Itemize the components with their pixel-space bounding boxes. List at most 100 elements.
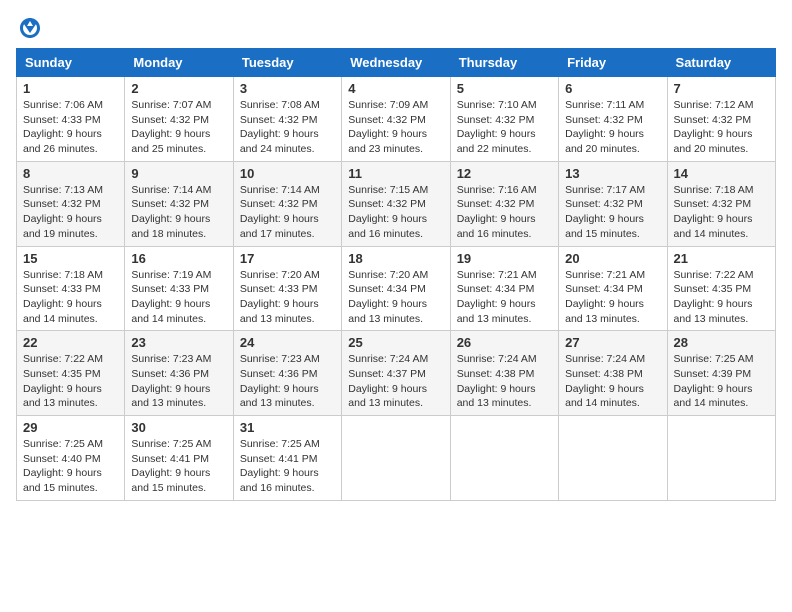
day-number: 6 bbox=[565, 81, 660, 96]
day-number: 29 bbox=[23, 420, 118, 435]
day-number: 22 bbox=[23, 335, 118, 350]
day-number: 31 bbox=[240, 420, 335, 435]
day-number: 15 bbox=[23, 251, 118, 266]
day-info: Sunrise: 7:23 AM Sunset: 4:36 PM Dayligh… bbox=[131, 352, 226, 411]
calendar-cell: 25 Sunrise: 7:24 AM Sunset: 4:37 PM Dayl… bbox=[342, 331, 450, 416]
calendar-cell: 30 Sunrise: 7:25 AM Sunset: 4:41 PM Dayl… bbox=[125, 416, 233, 501]
calendar-cell: 8 Sunrise: 7:13 AM Sunset: 4:32 PM Dayli… bbox=[17, 161, 125, 246]
day-info: Sunrise: 7:25 AM Sunset: 4:41 PM Dayligh… bbox=[131, 437, 226, 496]
calendar-cell: 16 Sunrise: 7:19 AM Sunset: 4:33 PM Dayl… bbox=[125, 246, 233, 331]
day-info: Sunrise: 7:08 AM Sunset: 4:32 PM Dayligh… bbox=[240, 98, 335, 157]
column-header-monday: Monday bbox=[125, 49, 233, 77]
calendar-cell: 27 Sunrise: 7:24 AM Sunset: 4:38 PM Dayl… bbox=[559, 331, 667, 416]
calendar-cell bbox=[342, 416, 450, 501]
day-number: 21 bbox=[674, 251, 769, 266]
day-info: Sunrise: 7:18 AM Sunset: 4:32 PM Dayligh… bbox=[674, 183, 769, 242]
calendar-table: SundayMondayTuesdayWednesdayThursdayFrid… bbox=[16, 48, 776, 501]
day-number: 24 bbox=[240, 335, 335, 350]
day-number: 10 bbox=[240, 166, 335, 181]
day-number: 26 bbox=[457, 335, 552, 350]
day-info: Sunrise: 7:25 AM Sunset: 4:39 PM Dayligh… bbox=[674, 352, 769, 411]
calendar-cell: 26 Sunrise: 7:24 AM Sunset: 4:38 PM Dayl… bbox=[450, 331, 558, 416]
day-info: Sunrise: 7:24 AM Sunset: 4:38 PM Dayligh… bbox=[457, 352, 552, 411]
day-info: Sunrise: 7:13 AM Sunset: 4:32 PM Dayligh… bbox=[23, 183, 118, 242]
calendar-row-3: 15 Sunrise: 7:18 AM Sunset: 4:33 PM Dayl… bbox=[17, 246, 776, 331]
day-info: Sunrise: 7:17 AM Sunset: 4:32 PM Dayligh… bbox=[565, 183, 660, 242]
calendar-header-row: SundayMondayTuesdayWednesdayThursdayFrid… bbox=[17, 49, 776, 77]
day-number: 7 bbox=[674, 81, 769, 96]
calendar-cell: 20 Sunrise: 7:21 AM Sunset: 4:34 PM Dayl… bbox=[559, 246, 667, 331]
day-number: 2 bbox=[131, 81, 226, 96]
day-number: 9 bbox=[131, 166, 226, 181]
day-info: Sunrise: 7:21 AM Sunset: 4:34 PM Dayligh… bbox=[457, 268, 552, 327]
day-number: 4 bbox=[348, 81, 443, 96]
calendar-cell: 17 Sunrise: 7:20 AM Sunset: 4:33 PM Dayl… bbox=[233, 246, 341, 331]
day-info: Sunrise: 7:25 AM Sunset: 4:40 PM Dayligh… bbox=[23, 437, 118, 496]
day-info: Sunrise: 7:22 AM Sunset: 4:35 PM Dayligh… bbox=[674, 268, 769, 327]
day-info: Sunrise: 7:11 AM Sunset: 4:32 PM Dayligh… bbox=[565, 98, 660, 157]
logo-icon bbox=[18, 16, 42, 40]
day-number: 3 bbox=[240, 81, 335, 96]
calendar-cell: 31 Sunrise: 7:25 AM Sunset: 4:41 PM Dayl… bbox=[233, 416, 341, 501]
calendar-row-4: 22 Sunrise: 7:22 AM Sunset: 4:35 PM Dayl… bbox=[17, 331, 776, 416]
day-number: 12 bbox=[457, 166, 552, 181]
day-number: 14 bbox=[674, 166, 769, 181]
day-number: 8 bbox=[23, 166, 118, 181]
calendar-row-1: 1 Sunrise: 7:06 AM Sunset: 4:33 PM Dayli… bbox=[17, 77, 776, 162]
calendar-cell: 6 Sunrise: 7:11 AM Sunset: 4:32 PM Dayli… bbox=[559, 77, 667, 162]
calendar-cell: 21 Sunrise: 7:22 AM Sunset: 4:35 PM Dayl… bbox=[667, 246, 775, 331]
day-info: Sunrise: 7:09 AM Sunset: 4:32 PM Dayligh… bbox=[348, 98, 443, 157]
column-header-tuesday: Tuesday bbox=[233, 49, 341, 77]
day-number: 28 bbox=[674, 335, 769, 350]
day-info: Sunrise: 7:15 AM Sunset: 4:32 PM Dayligh… bbox=[348, 183, 443, 242]
day-info: Sunrise: 7:20 AM Sunset: 4:33 PM Dayligh… bbox=[240, 268, 335, 327]
day-number: 1 bbox=[23, 81, 118, 96]
calendar-body: 1 Sunrise: 7:06 AM Sunset: 4:33 PM Dayli… bbox=[17, 77, 776, 501]
day-number: 18 bbox=[348, 251, 443, 266]
day-number: 13 bbox=[565, 166, 660, 181]
day-info: Sunrise: 7:16 AM Sunset: 4:32 PM Dayligh… bbox=[457, 183, 552, 242]
header bbox=[16, 16, 776, 40]
day-number: 19 bbox=[457, 251, 552, 266]
day-number: 27 bbox=[565, 335, 660, 350]
day-info: Sunrise: 7:22 AM Sunset: 4:35 PM Dayligh… bbox=[23, 352, 118, 411]
column-header-sunday: Sunday bbox=[17, 49, 125, 77]
calendar-cell: 2 Sunrise: 7:07 AM Sunset: 4:32 PM Dayli… bbox=[125, 77, 233, 162]
column-header-wednesday: Wednesday bbox=[342, 49, 450, 77]
calendar-cell: 15 Sunrise: 7:18 AM Sunset: 4:33 PM Dayl… bbox=[17, 246, 125, 331]
calendar-cell: 3 Sunrise: 7:08 AM Sunset: 4:32 PM Dayli… bbox=[233, 77, 341, 162]
calendar-cell: 1 Sunrise: 7:06 AM Sunset: 4:33 PM Dayli… bbox=[17, 77, 125, 162]
calendar-cell: 13 Sunrise: 7:17 AM Sunset: 4:32 PM Dayl… bbox=[559, 161, 667, 246]
calendar-cell: 9 Sunrise: 7:14 AM Sunset: 4:32 PM Dayli… bbox=[125, 161, 233, 246]
day-info: Sunrise: 7:25 AM Sunset: 4:41 PM Dayligh… bbox=[240, 437, 335, 496]
calendar-cell: 10 Sunrise: 7:14 AM Sunset: 4:32 PM Dayl… bbox=[233, 161, 341, 246]
calendar-cell: 18 Sunrise: 7:20 AM Sunset: 4:34 PM Dayl… bbox=[342, 246, 450, 331]
calendar-cell: 22 Sunrise: 7:22 AM Sunset: 4:35 PM Dayl… bbox=[17, 331, 125, 416]
calendar-cell: 24 Sunrise: 7:23 AM Sunset: 4:36 PM Dayl… bbox=[233, 331, 341, 416]
column-header-friday: Friday bbox=[559, 49, 667, 77]
day-info: Sunrise: 7:20 AM Sunset: 4:34 PM Dayligh… bbox=[348, 268, 443, 327]
calendar-cell: 5 Sunrise: 7:10 AM Sunset: 4:32 PM Dayli… bbox=[450, 77, 558, 162]
day-info: Sunrise: 7:18 AM Sunset: 4:33 PM Dayligh… bbox=[23, 268, 118, 327]
day-info: Sunrise: 7:06 AM Sunset: 4:33 PM Dayligh… bbox=[23, 98, 118, 157]
calendar-cell: 28 Sunrise: 7:25 AM Sunset: 4:39 PM Dayl… bbox=[667, 331, 775, 416]
calendar-cell: 19 Sunrise: 7:21 AM Sunset: 4:34 PM Dayl… bbox=[450, 246, 558, 331]
day-number: 30 bbox=[131, 420, 226, 435]
day-info: Sunrise: 7:21 AM Sunset: 4:34 PM Dayligh… bbox=[565, 268, 660, 327]
day-number: 5 bbox=[457, 81, 552, 96]
day-info: Sunrise: 7:12 AM Sunset: 4:32 PM Dayligh… bbox=[674, 98, 769, 157]
calendar-cell bbox=[667, 416, 775, 501]
calendar-cell: 4 Sunrise: 7:09 AM Sunset: 4:32 PM Dayli… bbox=[342, 77, 450, 162]
calendar-cell: 12 Sunrise: 7:16 AM Sunset: 4:32 PM Dayl… bbox=[450, 161, 558, 246]
day-number: 23 bbox=[131, 335, 226, 350]
calendar-cell: 14 Sunrise: 7:18 AM Sunset: 4:32 PM Dayl… bbox=[667, 161, 775, 246]
calendar-cell: 23 Sunrise: 7:23 AM Sunset: 4:36 PM Dayl… bbox=[125, 331, 233, 416]
day-number: 17 bbox=[240, 251, 335, 266]
day-number: 25 bbox=[348, 335, 443, 350]
column-header-saturday: Saturday bbox=[667, 49, 775, 77]
calendar-cell: 7 Sunrise: 7:12 AM Sunset: 4:32 PM Dayli… bbox=[667, 77, 775, 162]
day-number: 20 bbox=[565, 251, 660, 266]
day-info: Sunrise: 7:14 AM Sunset: 4:32 PM Dayligh… bbox=[240, 183, 335, 242]
day-info: Sunrise: 7:07 AM Sunset: 4:32 PM Dayligh… bbox=[131, 98, 226, 157]
day-info: Sunrise: 7:24 AM Sunset: 4:38 PM Dayligh… bbox=[565, 352, 660, 411]
